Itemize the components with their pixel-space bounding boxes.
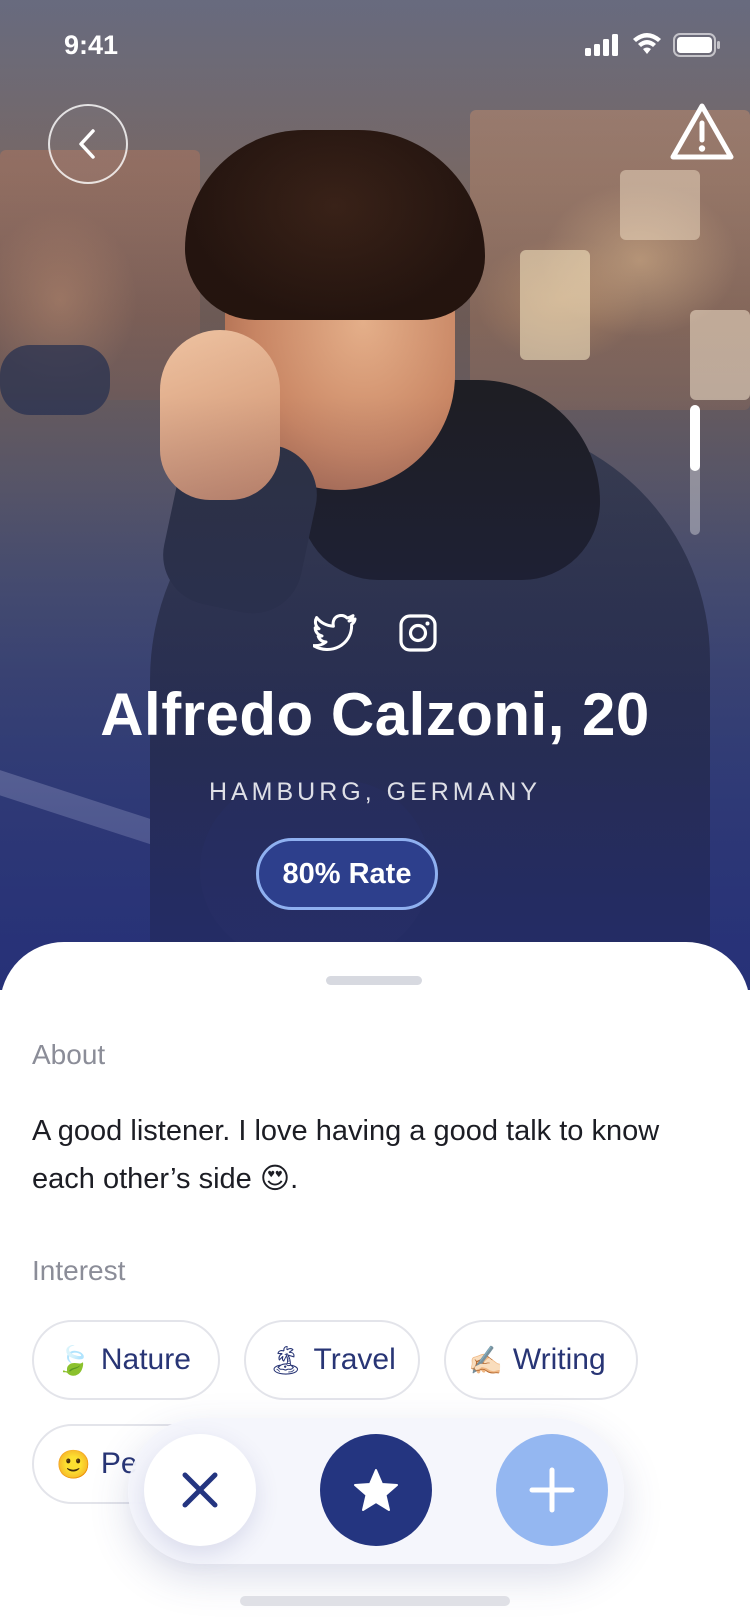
action-bar — [128, 1418, 624, 1564]
sheet-drag-handle[interactable] — [326, 976, 422, 985]
profile-screen: 9:41 Alfredo Calzoni, 20 HAMBURG, GERMAN… — [0, 0, 750, 1624]
status-time: 9:41 — [64, 30, 119, 60]
interest-heading: Interest — [32, 1255, 126, 1286]
back-button[interactable] — [48, 104, 128, 184]
interest-chip-label: Nature — [100, 1343, 191, 1376]
instagram-icon[interactable] — [399, 614, 437, 652]
profile-name: Alfredo Calzoni, 20 — [100, 681, 650, 748]
island-icon: 🏝 — [268, 1344, 304, 1376]
photo-scroll-thumb — [690, 405, 700, 471]
favorite-button[interactable] — [320, 1434, 432, 1546]
star-icon — [354, 1469, 398, 1511]
interest-chip-label: Travel — [313, 1343, 396, 1376]
photo-scroll-indicator[interactable] — [690, 405, 700, 535]
social-links — [0, 614, 750, 652]
interest-chip-travel[interactable]: 🏝 Travel — [244, 1320, 420, 1400]
writing-hand-icon: ✍🏻 — [468, 1344, 503, 1376]
battery-icon — [673, 33, 720, 57]
profile-location: HAMBURG, GERMANY — [208, 778, 542, 806]
home-indicator[interactable] — [240, 1596, 510, 1606]
leaf-icon: 🍃 — [56, 1344, 91, 1376]
report-warning-icon[interactable] — [670, 102, 734, 162]
smiley-icon: 🙂 — [56, 1448, 91, 1480]
pass-button[interactable] — [144, 1434, 256, 1546]
close-icon — [182, 1472, 218, 1508]
wifi-icon — [633, 33, 661, 54]
interest-chip-nature[interactable]: 🍃 Nature — [32, 1320, 220, 1400]
plus-icon — [529, 1467, 575, 1513]
chevron-left-icon — [79, 129, 95, 159]
add-button[interactable] — [496, 1434, 608, 1546]
about-text: A good listener. I love having a good ta… — [32, 1115, 660, 1195]
rate-badge[interactable]: 80% Rate — [256, 838, 438, 910]
cellular-signal-icon — [585, 34, 618, 56]
interest-chip-writing[interactable]: ✍🏻 Writing — [444, 1320, 638, 1400]
twitter-icon[interactable] — [313, 614, 357, 652]
interest-chip-label: Writing — [512, 1343, 606, 1376]
about-heading: About — [32, 1039, 106, 1070]
